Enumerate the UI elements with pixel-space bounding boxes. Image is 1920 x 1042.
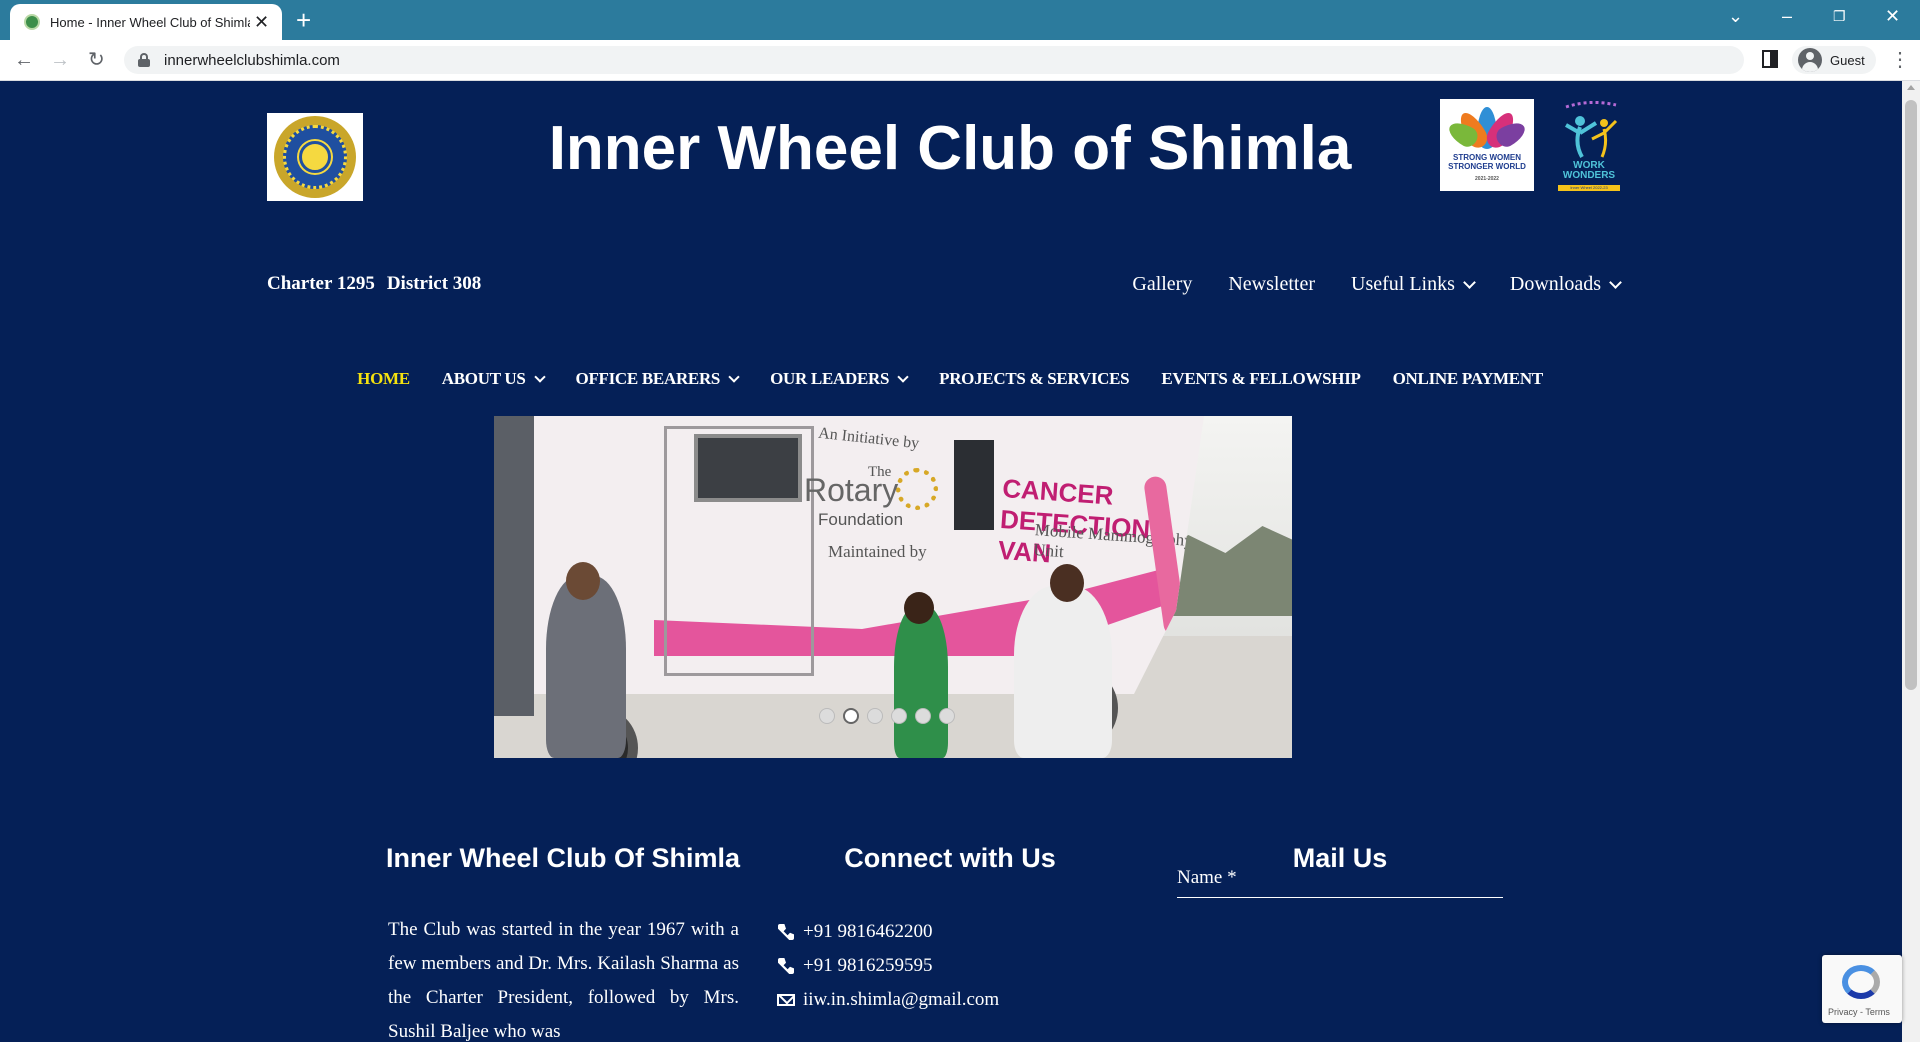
district-number: District 308	[386, 273, 482, 294]
nav-newsletter[interactable]: Newsletter	[1228, 273, 1315, 296]
person-figure	[546, 576, 626, 758]
avatar-icon	[1798, 48, 1822, 72]
window-close-icon[interactable]: ✕	[1885, 4, 1900, 28]
charter-info: Charter 1295 District 308	[267, 273, 481, 295]
slider-dot[interactable]	[915, 708, 931, 724]
club-emblem-logo[interactable]	[267, 113, 363, 201]
name-field[interactable]	[1177, 859, 1503, 898]
browser-tab[interactable]: Home - Inner Wheel Club of Shimla ✕	[10, 4, 282, 40]
charter-number: Charter 1295	[267, 273, 375, 294]
slider-dot[interactable]	[819, 708, 835, 724]
inner-wheel-emblem-icon	[274, 116, 356, 198]
chevron-down-icon	[1463, 276, 1476, 289]
wonders-logo-band: Inner Wheel 2022-23	[1558, 185, 1620, 191]
phone-icon	[778, 924, 794, 940]
new-tab-icon[interactable]: +	[296, 6, 311, 34]
nav-downloads[interactable]: Downloads	[1510, 273, 1622, 296]
nav-about-us[interactable]: ABOUT US	[442, 369, 546, 389]
person-figure	[894, 606, 948, 758]
site-favicon-icon	[24, 14, 40, 30]
about-text: The Club was started in the year 1967 wi…	[388, 919, 739, 1042]
address-bar[interactable]: innerwheelclubshimla.com	[124, 46, 1744, 74]
browser-toolbar: ← → ↻ innerwheelclubshimla.com Guest ⋮	[0, 40, 1920, 81]
lotus-icon	[1445, 105, 1529, 152]
work-wonders-logo: WORK WONDERS Inner Wheel 2022-23	[1556, 99, 1624, 193]
page-scrollbar[interactable]	[1902, 81, 1920, 1042]
tab-search-icon[interactable]: ⌄	[1728, 4, 1743, 28]
recaptcha-links[interactable]: Privacy - Terms	[1828, 1007, 1890, 1017]
slider-dot[interactable]	[867, 708, 883, 724]
restore-icon[interactable]: ❐	[1833, 4, 1846, 28]
url-text[interactable]: innerwheelclubshimla.com	[164, 52, 340, 69]
phone-row[interactable]: +91 9816462200	[775, 915, 999, 949]
minimize-icon[interactable]: –	[1782, 4, 1792, 28]
site-title[interactable]: Inner Wheel Club of Shimla	[480, 109, 1420, 189]
van-initiative-text: An Initiative by	[817, 424, 920, 453]
nav-office-bearers[interactable]: OFFICE BEARERS	[576, 369, 740, 389]
nav-home[interactable]: HOME	[357, 369, 410, 389]
dancer-figures-icon	[1565, 100, 1618, 158]
nav-useful-links[interactable]: Useful Links	[1351, 273, 1476, 296]
web-page: Inner Wheel Club of Shimla STRONG WOMEN …	[0, 81, 1902, 1042]
nav-online-payment[interactable]: ONLINE PAYMENT	[1393, 369, 1544, 389]
email-link[interactable]: iiw.in.shimla@gmail.com	[803, 989, 999, 1011]
scroll-thumb[interactable]	[1905, 100, 1917, 690]
van-rotary-text: Rotary	[804, 472, 899, 508]
side-panel-icon[interactable]	[1762, 50, 1778, 68]
forward-icon[interactable]: →	[50, 48, 70, 72]
tab-title: Home - Inner Wheel Club of Shimla	[50, 14, 250, 30]
nav-our-leaders[interactable]: OUR LEADERS	[770, 369, 909, 389]
wonders-logo-text: WORK WONDERS	[1562, 160, 1616, 181]
nav-projects-services[interactable]: PROJECTS & SERVICES	[939, 369, 1130, 389]
secondary-nav: Gallery Newsletter Useful Links Download…	[1100, 273, 1622, 296]
lock-icon[interactable]	[138, 53, 150, 67]
nav-events-fellowship[interactable]: EVENTS & FELLOWSHIP	[1161, 369, 1361, 389]
browser-menu-icon[interactable]: ⋮	[1890, 48, 1910, 72]
chevron-down-icon	[1609, 276, 1622, 289]
person-figure	[1014, 586, 1112, 758]
theme-logo-year: 2021-2022	[1475, 176, 1499, 182]
theme-logo: STRONG WOMEN STRONGER WORLD 2021-2022	[1440, 99, 1534, 191]
slider-dot[interactable]	[939, 708, 955, 724]
nav-gallery[interactable]: Gallery	[1132, 273, 1192, 296]
phone-number[interactable]: +91 9816259595	[803, 955, 932, 977]
about-heading: Inner Wheel Club Of Shimla	[385, 843, 741, 873]
profile-label: Guest	[1830, 52, 1865, 68]
slider-pagination	[819, 708, 955, 724]
envelope-icon	[777, 994, 795, 1006]
reload-icon[interactable]: ↻	[88, 48, 105, 72]
slider-dot[interactable]	[891, 708, 907, 724]
van-maintained-text: Maintained by	[828, 542, 927, 561]
phone-icon	[778, 958, 794, 974]
slider-dot-active[interactable]	[843, 708, 859, 724]
main-nav: HOME ABOUT US OFFICE BEARERS OUR LEADERS…	[357, 369, 1544, 389]
profile-button[interactable]: Guest	[1792, 46, 1876, 74]
recaptcha-icon	[1842, 965, 1880, 999]
phone-row[interactable]: +91 9816259595	[775, 949, 999, 983]
van-foundation-text: Foundation	[818, 510, 904, 529]
image-slider[interactable]: An Initiative by The Rotary Foundation M…	[494, 416, 1292, 758]
chevron-down-icon	[533, 371, 546, 383]
scroll-up-icon[interactable]	[1907, 85, 1915, 90]
chevron-down-icon	[897, 371, 909, 383]
email-row[interactable]: iiw.in.shimla@gmail.com	[775, 983, 999, 1017]
rotary-wheel-icon	[896, 468, 938, 510]
back-icon[interactable]: ←	[14, 48, 34, 72]
wonders-band-text: Inner Wheel 2022-23	[1570, 185, 1608, 190]
recaptcha-badge[interactable]: Privacy - Terms	[1822, 955, 1902, 1023]
phone-number[interactable]: +91 9816462200	[803, 921, 932, 943]
contact-list: +91 9816462200 +91 9816259595 iiw.in.shi…	[775, 915, 999, 1017]
browser-tab-bar: Home - Inner Wheel Club of Shimla ✕ + ⌄ …	[0, 0, 1920, 40]
chevron-down-icon	[728, 371, 740, 383]
close-tab-icon[interactable]: ✕	[254, 13, 269, 31]
connect-heading: Connect with Us	[844, 843, 1056, 873]
theme-logo-text: STRONG WOMEN STRONGER WORLD	[1448, 153, 1526, 171]
